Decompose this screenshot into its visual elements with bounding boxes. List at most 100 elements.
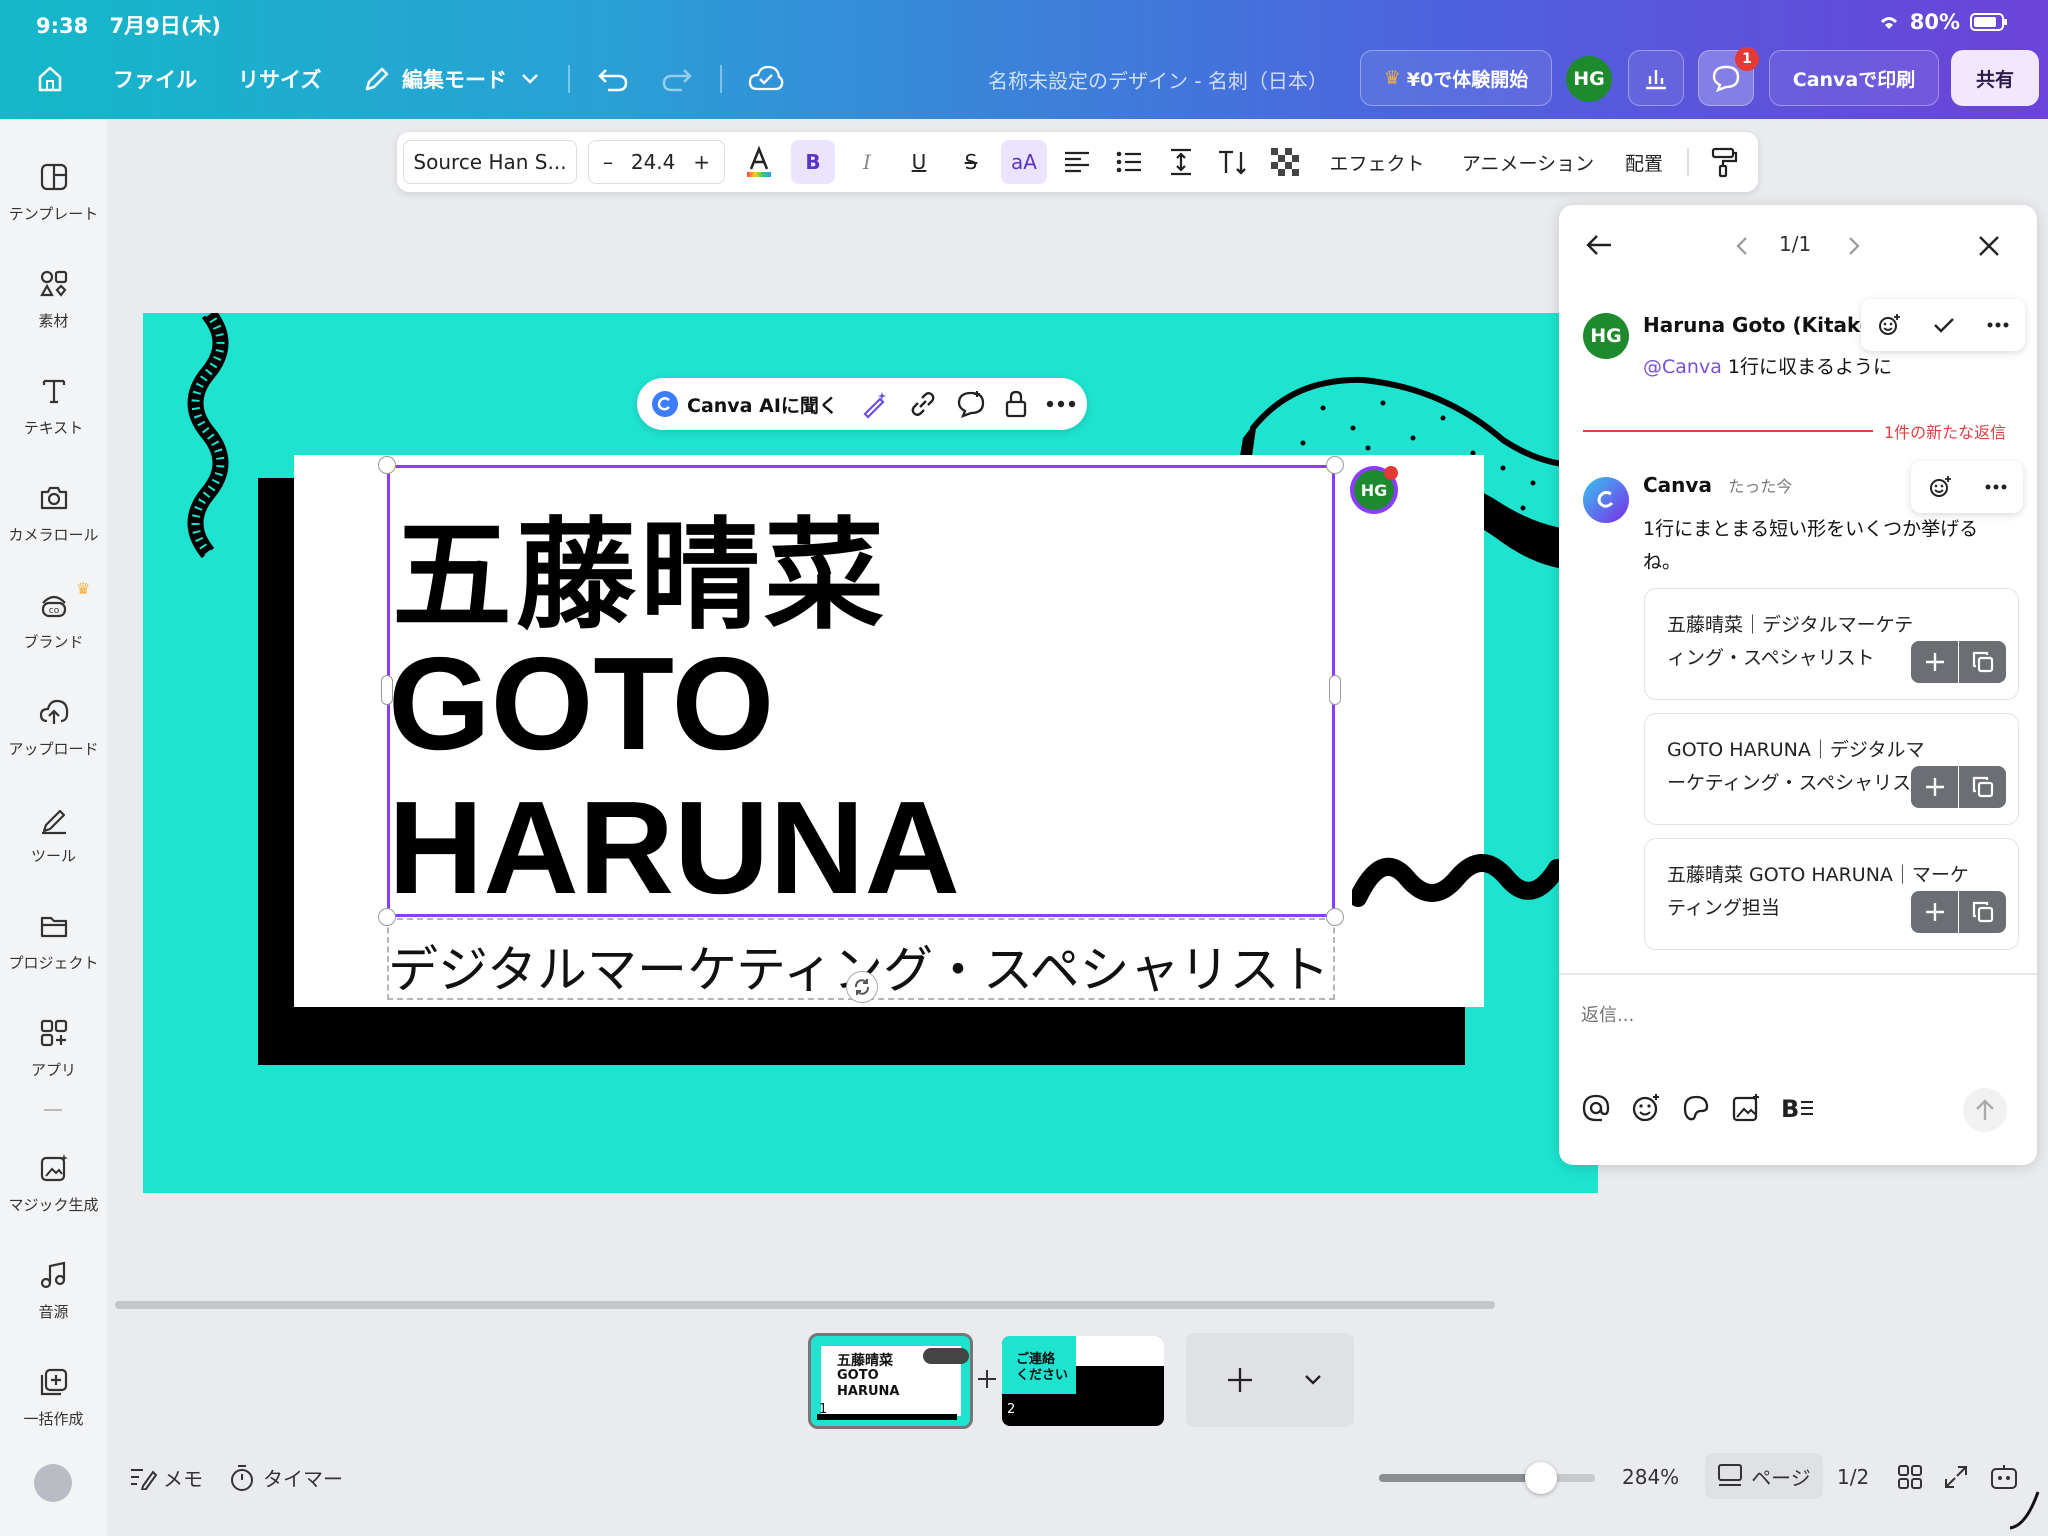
vertical-text-button[interactable]: [1211, 140, 1255, 184]
design-title[interactable]: 名称未設定のデザイン - 名刺（日本）: [988, 58, 1328, 100]
print-button[interactable]: Canvaで印刷: [1769, 50, 1939, 106]
add-page-between-button[interactable]: [975, 1367, 999, 1391]
strikethrough-button[interactable]: S: [949, 140, 993, 184]
underline-button[interactable]: U: [897, 140, 941, 184]
resize-handle-right[interactable]: [1329, 675, 1341, 705]
list-button[interactable]: [1107, 140, 1151, 184]
zoom-slider-thumb[interactable]: [1525, 1462, 1557, 1494]
insert-suggestion-button[interactable]: [1911, 641, 1958, 683]
sidebar-item-camera-roll[interactable]: カメラロール: [0, 470, 107, 560]
save-status-button[interactable]: [748, 58, 784, 100]
font-size-stepper[interactable]: – 24.4 +: [588, 140, 725, 184]
zoom-slider[interactable]: [1379, 1462, 1595, 1494]
animation-button[interactable]: アニメーション: [1455, 140, 1601, 184]
user-avatar[interactable]: HG: [1566, 56, 1612, 102]
edit-mode-menu[interactable]: 編集モード: [362, 58, 539, 100]
undo-button[interactable]: [596, 58, 630, 100]
horizontal-scrollbar[interactable]: [115, 1301, 1495, 1309]
sidebar-item-apps[interactable]: アプリ: [0, 1005, 107, 1095]
copy-suggestion-button[interactable]: [1959, 766, 2006, 808]
insert-suggestion-button[interactable]: [1911, 766, 1958, 808]
more-icon[interactable]: [1985, 484, 2007, 490]
resolve-check-icon[interactable]: [1933, 316, 1955, 334]
paint-format-button[interactable]: [1702, 140, 1746, 184]
free-trial-button[interactable]: ♛ ¥0で体験開始: [1360, 50, 1552, 106]
sidebar-item-magic-media[interactable]: マジック生成: [0, 1140, 107, 1230]
text-format-icon[interactable]: B: [1781, 1093, 1815, 1123]
add-reaction-icon[interactable]: [1928, 475, 1952, 499]
resize-handle-bottom-left[interactable]: [378, 908, 396, 926]
redo-button[interactable]: [660, 58, 694, 100]
text-color-button[interactable]: [737, 140, 781, 184]
letter-case-button[interactable]: aA: [1001, 140, 1047, 184]
canva-ai-button[interactable]: Canva AIに聞く: [651, 390, 838, 418]
insights-button[interactable]: [1628, 50, 1684, 106]
page-thumbnail-2[interactable]: ご連絡 ください 2: [1002, 1336, 1164, 1426]
page-view-button[interactable]: ページ: [1705, 1453, 1823, 1499]
position-button[interactable]: 配置: [1619, 140, 1669, 184]
add-reaction-icon[interactable]: [1877, 313, 1901, 337]
lock-icon[interactable]: [1002, 389, 1030, 419]
add-comment-icon[interactable]: [956, 389, 986, 419]
close-icon[interactable]: [1977, 234, 2001, 258]
copy-suggestion-button[interactable]: [1959, 641, 2006, 683]
grid-view-icon[interactable]: [1897, 1464, 1923, 1490]
resize-handle-top-left[interactable]: [378, 456, 396, 474]
image-icon[interactable]: [1731, 1093, 1761, 1123]
rotate-handle[interactable]: [846, 971, 878, 1003]
sidebar-item-audio[interactable]: 音源: [0, 1247, 107, 1337]
sticker-icon[interactable]: [1681, 1093, 1711, 1123]
insert-suggestion-button[interactable]: [1911, 891, 1958, 933]
pencil-tool-icon[interactable]: [2006, 1488, 2042, 1532]
reply-input[interactable]: [1581, 995, 2011, 1035]
resize-handle-left[interactable]: [381, 675, 393, 705]
font-size-increase[interactable]: +: [693, 150, 710, 174]
notes-button[interactable]: メモ: [129, 1463, 203, 1492]
resize-menu[interactable]: リサイズ: [238, 58, 321, 100]
comments-button[interactable]: 1: [1698, 47, 1759, 106]
sidebar-item-projects[interactable]: プロジェクト: [0, 898, 107, 988]
copy-suggestion-button[interactable]: [1959, 891, 2006, 933]
page-count[interactable]: 1/2: [1837, 1465, 1869, 1489]
bold-button[interactable]: B: [791, 140, 835, 184]
transparency-button[interactable]: [1263, 140, 1307, 184]
font-size-decrease[interactable]: –: [603, 150, 613, 174]
font-size-value[interactable]: 24.4: [631, 150, 676, 174]
share-button[interactable]: 共有: [1951, 50, 2039, 106]
emoji-icon[interactable]: [1631, 1093, 1661, 1123]
sidebar-item-templates[interactable]: テンプレート: [0, 149, 107, 239]
send-button[interactable]: [1963, 1088, 2007, 1132]
user-profile-avatar[interactable]: [34, 1464, 72, 1502]
sidebar-item-tools[interactable]: ツール: [0, 791, 107, 881]
more-icon[interactable]: [1987, 322, 2009, 328]
zoom-level[interactable]: 284%: [1622, 1465, 1679, 1489]
sidebar-item-brand[interactable]: co ♛ ブランド: [0, 577, 107, 667]
add-page-button[interactable]: [1186, 1333, 1354, 1427]
timer-button[interactable]: タイマー: [229, 1463, 343, 1492]
sidebar-item-elements[interactable]: 素材: [0, 256, 107, 346]
magic-edit-icon[interactable]: [860, 389, 890, 419]
mention-icon[interactable]: [1581, 1093, 1611, 1123]
more-icon[interactable]: [1046, 400, 1076, 408]
chevron-left-icon[interactable]: [1735, 236, 1749, 256]
italic-button[interactable]: I: [845, 140, 889, 184]
font-family-select[interactable]: Source Han S...: [403, 140, 577, 184]
align-button[interactable]: [1055, 140, 1099, 184]
page-thumbnail-1[interactable]: 五藤晴菜 GOTO HARUNA 1: [808, 1333, 973, 1429]
sidebar-item-uploads[interactable]: アップロード: [0, 684, 107, 774]
sidebar-item-bulk-create[interactable]: 一括作成: [0, 1354, 107, 1444]
file-menu[interactable]: ファイル: [113, 58, 197, 100]
resize-handle-top-right[interactable]: [1326, 456, 1344, 474]
back-arrow-icon[interactable]: [1585, 233, 1613, 257]
link-icon[interactable]: [908, 389, 938, 419]
chevron-right-icon[interactable]: [1847, 236, 1861, 256]
mention[interactable]: @Canva: [1643, 356, 1722, 378]
spacing-button[interactable]: [1159, 140, 1203, 184]
effects-button[interactable]: エフェクト: [1321, 140, 1433, 184]
sidebar-item-text[interactable]: テキスト: [0, 363, 107, 453]
comment-pin[interactable]: HG: [1350, 466, 1398, 514]
home-button[interactable]: [34, 58, 74, 100]
chevron-down-icon[interactable]: [1304, 1374, 1322, 1386]
fullscreen-icon[interactable]: [1943, 1464, 1969, 1490]
resize-handle-bottom-right[interactable]: [1326, 908, 1344, 926]
